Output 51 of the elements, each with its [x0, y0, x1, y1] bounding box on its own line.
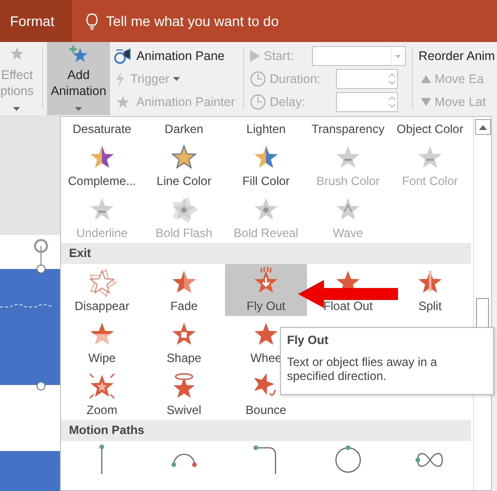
caret-icon [173, 76, 180, 80]
down-triangle-icon [420, 98, 431, 106]
spinner-arrows-icon [386, 70, 397, 86]
ribbon-tab[interactable]: Format [0, 0, 72, 42]
lightbulb-icon [86, 12, 98, 30]
animation-option[interactable]: Zoom [61, 368, 143, 420]
animation-option[interactable]: Shape [143, 316, 225, 368]
section-header: Motion Paths [61, 420, 471, 441]
clock-icon [250, 70, 266, 86]
time-spinner-field[interactable] [336, 92, 398, 112]
animation-option[interactable]: Darken [143, 119, 225, 139]
caret-icon [13, 107, 20, 111]
play-icon [250, 50, 260, 62]
add-animation-button[interactable]: Add Animation [46, 42, 110, 115]
star-icon [87, 267, 117, 297]
animation-option[interactable]: Swivel [143, 368, 225, 420]
reorder-title: Reorder Anim [418, 48, 495, 62]
scroll-up-button[interactable] [474, 119, 490, 135]
circle-path-icon [334, 444, 362, 474]
star-icon [169, 142, 199, 172]
up-triangle-icon [478, 124, 486, 130]
time-spinner-field[interactable] [336, 68, 398, 88]
animation-option[interactable]: Fly Out [225, 264, 307, 316]
animation-option[interactable]: Object Color [389, 119, 471, 139]
animation-option[interactable]: Compleme... [61, 139, 143, 191]
animation-option[interactable]: Desaturate [61, 119, 143, 139]
pane-button[interactable]: Animation Pane [112, 48, 238, 64]
animation-option[interactable]: Fade [143, 264, 225, 316]
animation-option[interactable]: Lighten [225, 119, 307, 139]
star-icon [87, 371, 117, 401]
tell-me-field[interactable]: Tell me what you want to do [106, 13, 279, 29]
caret-icon [75, 107, 82, 111]
lightning-icon [114, 70, 126, 86]
timing-label: Delay: [270, 94, 306, 108]
start-dropdown[interactable] [312, 46, 406, 66]
section-header: Exit [61, 243, 471, 264]
timing-label: Start: [264, 48, 295, 62]
clock-icon [250, 94, 266, 110]
tooltip-title: Fly Out [287, 333, 330, 347]
animation-option[interactable]: Disappear [61, 264, 143, 316]
animation-option[interactable]: Transparency [307, 119, 389, 139]
turn-path-icon [253, 444, 279, 474]
line-path-icon [98, 444, 106, 474]
up-triangle-icon [420, 74, 431, 82]
animation-option[interactable]: Wipe [61, 316, 143, 368]
spinner-arrows-icon [386, 94, 397, 110]
animation-option[interactable]: Fill Color [225, 139, 307, 191]
animation-option[interactable]: Line Color [143, 139, 225, 191]
tooltip-text: Text or object flies away in a specified direction. [287, 355, 438, 383]
timing-label: Duration: [270, 72, 322, 86]
clock-icon [114, 48, 132, 64]
